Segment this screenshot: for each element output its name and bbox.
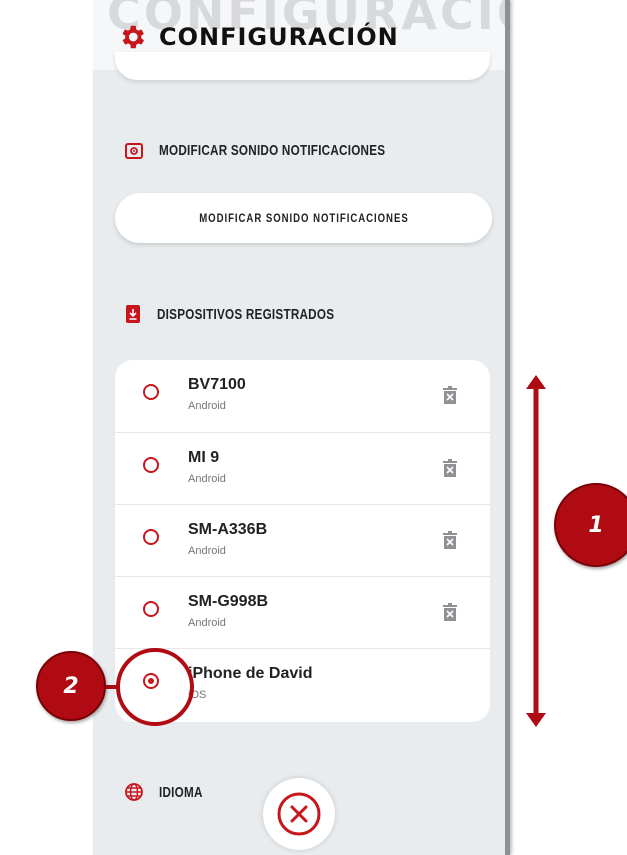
device-item[interactable]: SM-G998B Android: [115, 576, 490, 649]
device-radio[interactable]: [143, 529, 159, 545]
trash-icon[interactable]: [443, 531, 457, 549]
globe-icon: [125, 783, 143, 801]
device-radio[interactable]: [143, 457, 159, 473]
annotation-badge-2: 2: [36, 651, 106, 721]
phone-screen: CONFIGURACIÓN CONFIGURACIÓN MODIFICAR SO…: [93, 0, 510, 855]
trash-icon[interactable]: [443, 459, 457, 477]
devices-section-label: DISPOSITIVOS REGISTRADOS: [125, 304, 384, 324]
language-section-label: IDIOMA: [125, 783, 215, 801]
device-radio[interactable]: [143, 384, 159, 400]
device-os: Android: [188, 400, 226, 412]
close-button[interactable]: [263, 778, 335, 850]
gear-icon: [122, 25, 144, 49]
device-name: BV7100: [188, 376, 246, 393]
previous-card: [115, 52, 490, 80]
device-os: Android: [188, 617, 226, 629]
device-name: iPhone de David: [188, 665, 313, 682]
close-icon: [277, 792, 321, 836]
device-os: Android: [188, 473, 226, 485]
language-section-title: IDIOMA: [159, 783, 203, 801]
modify-sound-button-label: MODIFICAR SONIDO NOTIFICACIONES: [198, 211, 409, 225]
device-radio[interactable]: [143, 601, 159, 617]
scroll-range-arrow: [526, 375, 546, 727]
device-item[interactable]: SM-A336B Android: [115, 504, 490, 577]
page-title-text: CONFIGURACIÓN: [159, 23, 399, 51]
page-title: CONFIGURACIÓN: [117, 22, 399, 52]
trash-icon[interactable]: [443, 386, 457, 404]
trash-icon[interactable]: [443, 603, 457, 621]
device-name: SM-A336B: [188, 521, 268, 538]
speaker-icon: [125, 142, 143, 159]
device-os: Android: [188, 545, 226, 557]
device-download-icon: [126, 305, 140, 323]
sound-section-label: MODIFICAR SONIDO NOTIFICACIONES: [125, 142, 449, 159]
modify-sound-button[interactable]: MODIFICAR SONIDO NOTIFICACIONES: [115, 193, 492, 243]
device-item[interactable]: BV7100 Android: [115, 360, 490, 432]
device-name: SM-G998B: [188, 593, 269, 610]
devices-section-title: DISPOSITIVOS REGISTRADOS: [157, 305, 335, 323]
callout-ring: [116, 648, 194, 726]
sound-section-title: MODIFICAR SONIDO NOTIFICACIONES: [159, 142, 386, 159]
device-item[interactable]: MI 9 Android: [115, 432, 490, 505]
device-name: MI 9: [188, 449, 220, 466]
annotation-badge-1: 1: [554, 483, 627, 567]
